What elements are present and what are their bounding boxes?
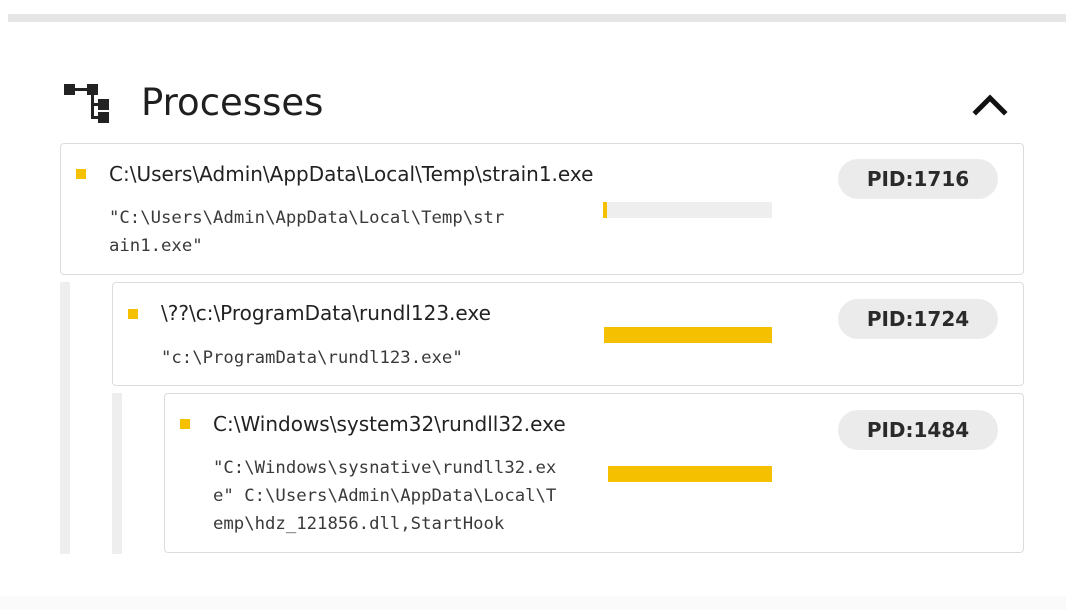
chevron-up-icon (972, 94, 1008, 116)
pid-badge[interactable]: PID:1484 (838, 410, 998, 450)
process-command-line: "C:\Windows\sysnative\rundll32.ex e" C:\… (213, 458, 557, 534)
indicator-bar (603, 202, 607, 218)
top-divider (8, 14, 1066, 22)
indicator-bar (608, 466, 772, 482)
process-command-line: "C:\Users\Admin\AppData\Local\Temp\str a… (109, 208, 505, 256)
process-card[interactable]: C:\Windows\system32\rundll32.exe "C:\Win… (164, 393, 1024, 553)
process-card[interactable]: C:\Users\Admin\AppData\Local\Temp\strain… (60, 143, 1024, 275)
indicator-bar (604, 327, 772, 343)
process-bullet (76, 169, 86, 179)
process-bullet (180, 419, 190, 429)
process-path: C:\Windows\system32\rundll32.exe (213, 412, 566, 436)
collapse-button[interactable] (970, 88, 1010, 122)
tree-guide-line (60, 282, 70, 554)
indicator-track (604, 202, 772, 218)
process-path: \??\c:\ProgramData\rundl123.exe (161, 301, 491, 325)
process-bullet (128, 309, 138, 319)
section-title: Processes (141, 81, 324, 124)
process-path: C:\Users\Admin\AppData\Local\Temp\strain… (109, 162, 594, 186)
process-tree-icon (64, 84, 110, 128)
tree-guide-line (112, 393, 122, 554)
process-command-line: "c:\ProgramData\rundl123.exe" (161, 348, 463, 368)
process-card[interactable]: \??\c:\ProgramData\rundl123.exe "c:\Prog… (112, 282, 1024, 386)
pid-badge[interactable]: PID:1724 (838, 299, 998, 339)
bottom-divider (0, 596, 1066, 610)
pid-badge[interactable]: PID:1716 (838, 159, 998, 199)
